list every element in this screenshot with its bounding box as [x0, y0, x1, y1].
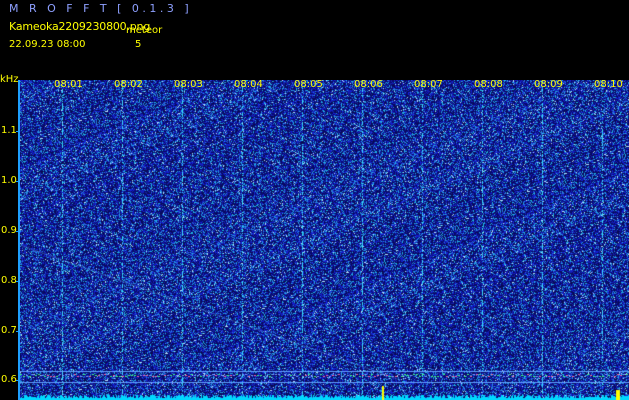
y-tick-label: 0.7: [1, 325, 17, 336]
date-time: 22.09.23 08:00: [9, 39, 86, 50]
x-tick-label: 08:07: [414, 79, 443, 90]
x-tick-label: 08:08: [474, 79, 503, 90]
x-tick-label: 08:04: [234, 79, 263, 90]
frequency-axis-line: [18, 80, 20, 400]
y-tick-label: 1.0: [1, 175, 17, 186]
x-tick-label: 08:02: [114, 79, 143, 90]
khz-unit-label: kHz: [0, 74, 19, 85]
y-tick-label: 0.8: [1, 275, 17, 286]
x-tick-label: 08:09: [534, 79, 563, 90]
y-tick-label: 0.6: [1, 374, 17, 385]
x-tick-label: 08:03: [174, 79, 203, 90]
y-tick-label: 0.9: [1, 225, 17, 236]
meteor-label: meteor: [126, 25, 163, 36]
y-tick-mark: [16, 281, 20, 282]
x-tick-label: 08:05: [294, 79, 323, 90]
y-tick-label: 1.1: [1, 125, 17, 136]
y-tick-mark: [16, 231, 20, 232]
spectrogram-plot: [20, 80, 629, 400]
x-tick-label: 08:10: [594, 79, 623, 90]
y-tick-mark: [16, 331, 20, 332]
y-tick-mark: [16, 181, 20, 182]
meteor-count: 5: [135, 39, 142, 50]
app-title: M R O F F T [ 0.1.3 ]: [9, 2, 193, 15]
y-tick-mark: [16, 131, 20, 132]
x-tick-label: 08:06: [354, 79, 383, 90]
x-tick-label: 08:01: [54, 79, 83, 90]
y-tick-mark: [16, 380, 20, 381]
